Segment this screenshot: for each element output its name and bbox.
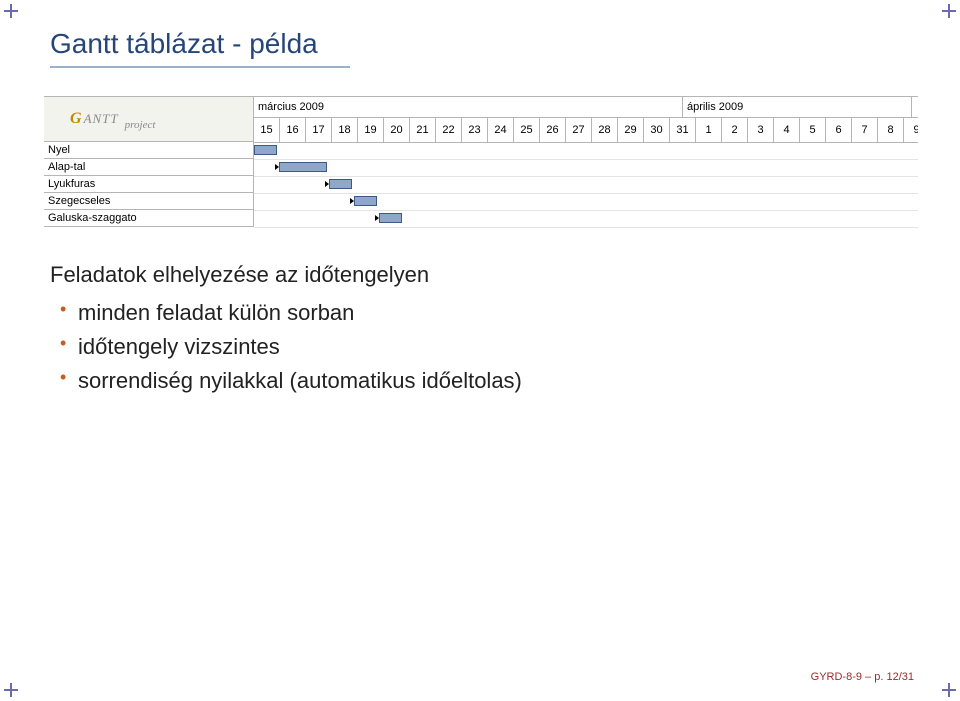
gantt-task-row xyxy=(254,143,918,160)
gantt-day-cell: 27 xyxy=(566,118,592,142)
gantt-task-row xyxy=(254,177,918,194)
gantt-day-cell: 4 xyxy=(774,118,800,142)
gantt-day-cell: 21 xyxy=(410,118,436,142)
logo-subtext: project xyxy=(125,119,156,131)
bullet-item: sorrendiség nyilakkal (automatikus időel… xyxy=(78,364,912,398)
gantt-month-cell: április 2009 xyxy=(683,97,912,117)
gantt-day-cell: 30 xyxy=(644,118,670,142)
caption-text: Feladatok elhelyezése az időtengelyen xyxy=(50,262,912,288)
gantt-day-cell: 20 xyxy=(384,118,410,142)
crop-mark-icon xyxy=(936,677,956,697)
gantt-month-cell: március 2009 xyxy=(254,97,683,117)
gantt-task-name: Alap-tal xyxy=(44,159,254,176)
gantt-bar xyxy=(354,196,377,206)
gantt-day-header: 1516171819202122232425262728293031123456… xyxy=(254,118,918,143)
gantt-day-cell: 29 xyxy=(618,118,644,142)
gantt-day-cell: 17 xyxy=(306,118,332,142)
gantt-task-row xyxy=(254,194,918,211)
gantt-day-cell: 18 xyxy=(332,118,358,142)
gantt-bar xyxy=(279,162,327,172)
gantt-day-cell: 15 xyxy=(254,118,280,142)
title-underline xyxy=(50,66,350,68)
dependency-arrow-icon xyxy=(275,164,279,170)
gantt-chart: G ANTT project NyelAlap-talLyukfurasSzeg… xyxy=(44,96,918,228)
gantt-day-cell: 7 xyxy=(852,118,878,142)
gantt-bar xyxy=(329,179,352,189)
gantt-task-name: Szegecseles xyxy=(44,193,254,210)
gantt-task-row xyxy=(254,211,918,228)
gantt-task-name: Lyukfuras xyxy=(44,176,254,193)
logo-letter: G xyxy=(70,110,82,128)
gantt-day-cell: 2 xyxy=(722,118,748,142)
gantt-day-cell: 16 xyxy=(280,118,306,142)
crop-mark-icon xyxy=(936,4,956,24)
bullet-item: időtengely vizszintes xyxy=(78,330,912,364)
logo-text: ANTT xyxy=(84,111,119,127)
gantt-day-cell: 31 xyxy=(670,118,696,142)
gantt-bar xyxy=(254,145,277,155)
gantt-day-cell: 26 xyxy=(540,118,566,142)
slide-footer: GYRD-8-9 – p. 12/31 xyxy=(811,671,914,683)
gantt-day-cell: 25 xyxy=(514,118,540,142)
gantt-day-cell: 5 xyxy=(800,118,826,142)
gantt-day-cell: 9 xyxy=(904,118,918,142)
gantt-bar xyxy=(379,213,402,223)
gantt-day-cell: 1 xyxy=(696,118,722,142)
bullet-list: minden feladat külön sorbanidőtengely vi… xyxy=(50,296,912,398)
gantt-day-cell: 24 xyxy=(488,118,514,142)
gantt-day-cell: 28 xyxy=(592,118,618,142)
page-title: Gantt táblázat - példa xyxy=(50,28,912,60)
bullet-item: minden feladat külön sorban xyxy=(78,296,912,330)
gantt-day-cell: 6 xyxy=(826,118,852,142)
crop-mark-icon xyxy=(4,677,24,697)
gantt-task-name: Galuska-szaggato xyxy=(44,210,254,227)
gantt-task-row xyxy=(254,160,918,177)
dependency-arrow-icon xyxy=(325,181,329,187)
gantt-day-cell: 19 xyxy=(358,118,384,142)
ganttproject-logo: G ANTT project xyxy=(44,97,254,142)
gantt-month-header: március 2009április 2009 xyxy=(254,97,918,118)
gantt-day-cell: 22 xyxy=(436,118,462,142)
gantt-day-cell: 8 xyxy=(878,118,904,142)
dependency-arrow-icon xyxy=(350,198,354,204)
dependency-arrow-icon xyxy=(375,215,379,221)
gantt-day-cell: 3 xyxy=(748,118,774,142)
gantt-body xyxy=(254,143,918,228)
gantt-day-cell: 23 xyxy=(462,118,488,142)
crop-mark-icon xyxy=(4,4,24,24)
gantt-task-name: Nyel xyxy=(44,142,254,159)
